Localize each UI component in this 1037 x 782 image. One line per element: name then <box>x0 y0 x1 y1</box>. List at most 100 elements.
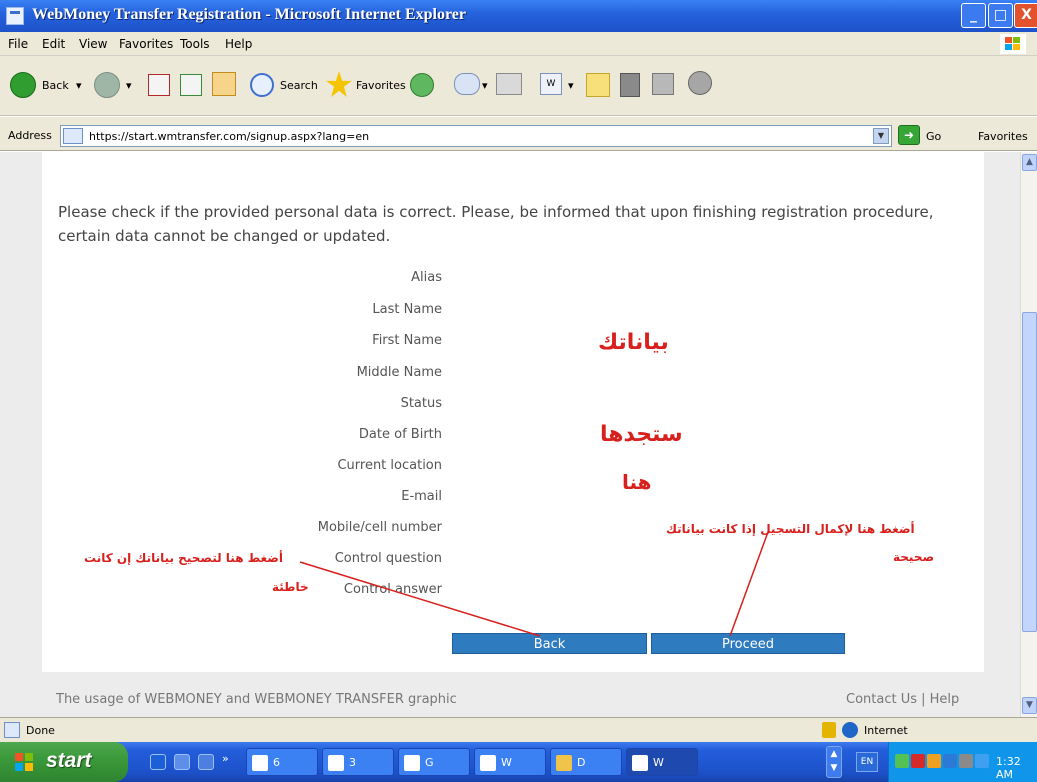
footer-contact-help-links[interactable]: Contact Us | Help <box>846 692 959 707</box>
taskbar-item-3[interactable]: G <box>398 748 470 776</box>
menu-view[interactable]: View <box>79 37 107 51</box>
field-email-label: E-mail <box>401 489 442 504</box>
back-button-label[interactable]: Back <box>42 79 69 92</box>
task-label: G <box>425 756 434 769</box>
edit-dropdown-icon[interactable]: ▾ <box>568 79 574 92</box>
address-dropdown-icon[interactable]: ▼ <box>873 128 889 144</box>
start-button[interactable]: start <box>0 742 128 782</box>
close-button[interactable]: X <box>1014 3 1037 28</box>
taskbar-item-5[interactable]: D <box>550 748 622 776</box>
messenger-icon[interactable] <box>652 73 674 95</box>
search-icon[interactable] <box>250 73 274 97</box>
field-middle-name-label: Middle Name <box>356 365 442 380</box>
back-dropdown-icon[interactable]: ▾ <box>76 79 82 92</box>
taskbar-item-1[interactable]: 6 <box>246 748 318 776</box>
forward-arrow-icon[interactable] <box>94 72 120 98</box>
tools-extension-icon[interactable] <box>688 71 712 95</box>
discuss-icon[interactable] <box>586 73 610 97</box>
stop-icon[interactable] <box>148 74 170 96</box>
menu-help[interactable]: Help <box>225 37 252 51</box>
tray-app-icon[interactable] <box>927 754 941 768</box>
tray-security-icon[interactable] <box>911 754 925 768</box>
task-label: W <box>653 756 664 769</box>
back-arrow-icon[interactable] <box>10 72 36 98</box>
maximize-button[interactable]: □ <box>988 3 1013 28</box>
favorites-star-icon[interactable] <box>326 71 352 97</box>
quicklaunch-overflow-icon[interactable]: » <box>222 752 232 768</box>
scroll-down-icon[interactable]: ▼ <box>1022 697 1037 714</box>
task-app-icon <box>252 755 268 771</box>
go-button[interactable]: Go <box>926 130 941 143</box>
annotation-proceed-note-2: صحيحة <box>893 550 935 564</box>
tray-clock[interactable]: 1:32 AM <box>996 755 1037 781</box>
taskbar-item-2[interactable]: 3 <box>322 748 394 776</box>
forward-dropdown-icon[interactable]: ▾ <box>126 79 132 92</box>
taskbar-item-6[interactable]: W <box>626 748 698 776</box>
back-button[interactable]: Back <box>452 633 647 654</box>
favorites-button-label[interactable]: Favorites <box>356 79 406 92</box>
windows-logo-icon <box>1000 34 1026 54</box>
field-status-label: Status <box>400 396 442 411</box>
edit-word-icon[interactable]: W <box>540 73 562 95</box>
windows-taskbar: start » 6 3 G W D W ▲ ▼ EN 1:32 AM <box>0 742 1037 782</box>
annotation-here: هنا <box>622 470 652 494</box>
task-label: D <box>577 756 586 769</box>
confirmation-intro-text: Please check if the provided personal da… <box>58 203 934 245</box>
field-alias-label: Alias <box>411 270 442 285</box>
status-bar: Done Internet <box>0 717 1037 742</box>
go-arrow-icon[interactable]: ➜ <box>898 125 920 145</box>
menu-file[interactable]: File <box>8 37 28 51</box>
field-current-location-label: Current location <box>337 458 442 473</box>
tray-network-icon[interactable] <box>895 754 909 768</box>
annotation-back-note: أضغط هنا لتصحيح بياناتك إن كانت <box>84 551 284 565</box>
refresh-icon[interactable] <box>180 74 202 96</box>
toolbar: Back ▾ ▾ Search Favorites ▾ W ▾ <box>0 56 1037 116</box>
quicklaunch-ie-icon[interactable] <box>150 754 166 770</box>
task-label: W <box>501 756 512 769</box>
field-first-name-label: First Name <box>372 333 442 348</box>
task-label: 6 <box>273 756 280 769</box>
annotation-your-data: بياناتك <box>598 330 669 355</box>
favorites-link[interactable]: Favorites <box>978 130 1028 143</box>
internet-zone-icon <box>842 722 858 738</box>
quicklaunch-media-icon[interactable] <box>198 754 214 770</box>
page-done-icon <box>4 722 20 738</box>
address-url[interactable]: https://start.wmtransfer.com/signup.aspx… <box>89 130 369 143</box>
annotation-back-note-2: خاطئة <box>272 580 309 594</box>
print-icon[interactable] <box>496 73 522 95</box>
research-icon[interactable] <box>620 73 640 97</box>
taskbar-item-4[interactable]: W <box>474 748 546 776</box>
task-app-icon <box>328 755 344 771</box>
search-button-label[interactable]: Search <box>280 79 318 92</box>
quicklaunch-desktop-icon[interactable] <box>174 754 190 770</box>
menu-tools[interactable]: Tools <box>180 37 210 51</box>
tray-update-icon[interactable] <box>975 754 989 768</box>
taskbar-scroll-icon[interactable]: ▲ ▼ <box>826 746 842 778</box>
window-title: WebMoney Transfer Registration - Microso… <box>32 6 466 23</box>
mail-icon[interactable] <box>454 73 480 95</box>
vertical-scrollbar[interactable]: ▲ ▼ <box>1020 152 1037 717</box>
annotation-you-find-it: ستجدها <box>600 422 683 447</box>
task-app-icon <box>480 755 496 771</box>
ie-window-icon[interactable] <box>6 7 24 25</box>
minimize-button[interactable]: _ <box>961 3 986 28</box>
scroll-up-icon[interactable]: ▲ <box>1022 154 1037 171</box>
home-icon[interactable] <box>212 72 236 96</box>
registration-panel: Please check if the provided personal da… <box>42 152 984 672</box>
mail-dropdown-icon[interactable]: ▾ <box>482 79 488 92</box>
menu-favorites[interactable]: Favorites <box>119 37 173 51</box>
secure-lock-icon[interactable] <box>822 722 836 738</box>
language-indicator[interactable]: EN <box>856 752 878 772</box>
menu-edit[interactable]: Edit <box>42 37 65 51</box>
scroll-thumb[interactable] <box>1022 312 1037 632</box>
tray-volume-icon[interactable] <box>959 754 973 768</box>
field-last-name-label: Last Name <box>372 302 442 317</box>
tray-messenger-icon[interactable] <box>943 754 957 768</box>
proceed-button[interactable]: Proceed <box>651 633 845 654</box>
windows-flag-icon <box>15 753 33 771</box>
annotation-proceed-note: أضغط هنا لإكمال التسجيل إذا كانت بياناتك <box>666 522 915 536</box>
page-viewport: Please check if the provided personal da… <box>0 152 1020 717</box>
address-input[interactable]: https://start.wmtransfer.com/signup.aspx… <box>60 125 892 147</box>
history-icon[interactable] <box>410 73 434 97</box>
start-label: start <box>46 749 92 772</box>
